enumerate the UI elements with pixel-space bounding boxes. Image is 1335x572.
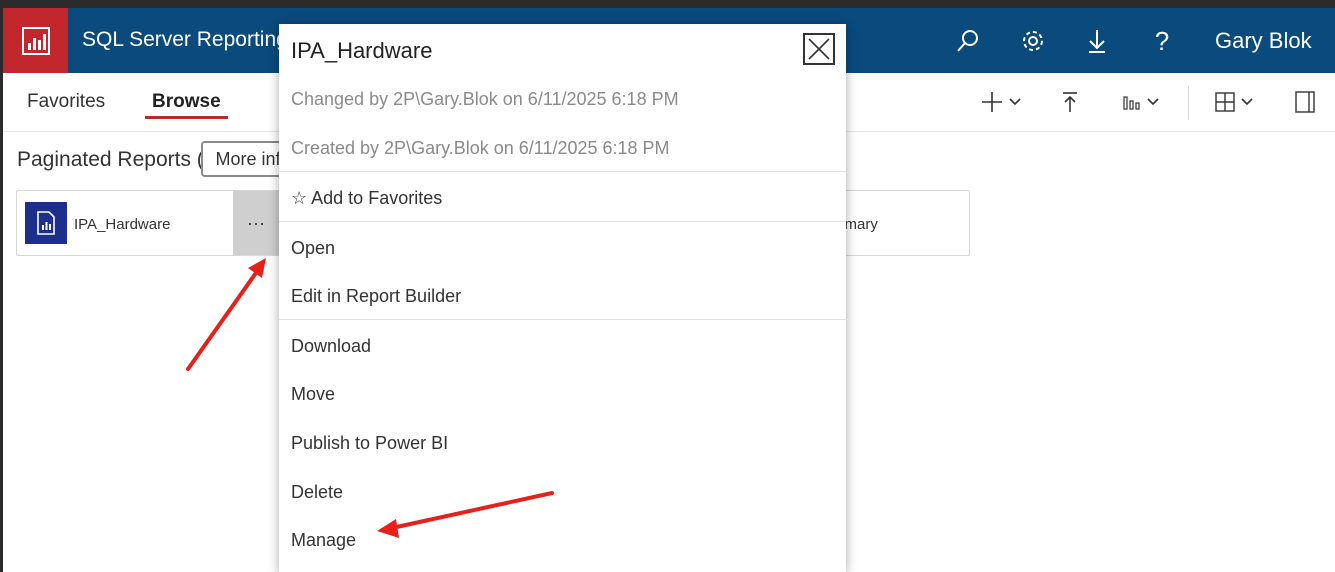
popup-title: IPA_Hardware <box>291 38 433 63</box>
chevron-down-icon <box>1147 98 1159 106</box>
new-icon <box>982 92 1002 112</box>
menu-download[interactable]: Download <box>291 336 371 357</box>
created-by-text: Created by 2P\Gary.Blok on 6/11/2025 6:1… <box>291 138 670 158</box>
tile-label: IPA_Hardware <box>74 216 171 233</box>
star-icon: ☆ <box>291 188 308 208</box>
menu-delete[interactable]: Delete <box>291 482 343 503</box>
view-options-button[interactable] <box>1123 89 1159 115</box>
menu-edit-in-report-builder[interactable]: Edit in Report Builder <box>291 286 461 307</box>
browser-window: SQL Server Reporting ? Gary Blok Favorit… <box>3 8 1335 572</box>
details-pane-icon <box>1295 91 1315 113</box>
toolbar-divider <box>1188 86 1189 120</box>
chevron-down-icon <box>1009 98 1021 106</box>
close-button[interactable] <box>803 33 835 65</box>
user-name[interactable]: Gary Blok <box>1215 28 1312 54</box>
search-icon[interactable] <box>953 26 983 56</box>
gear-icon[interactable] <box>1018 26 1048 56</box>
ssrs-logo[interactable] <box>3 8 68 73</box>
upload-icon <box>1063 92 1077 112</box>
paginated-report-icon <box>25 202 67 244</box>
divider <box>279 319 846 320</box>
divider <box>279 221 846 222</box>
new-button[interactable] <box>981 89 1021 115</box>
menu-move[interactable]: Move <box>291 384 335 405</box>
item-details-popup: IPA_Hardware Changed by 2P\Gary.Blok on … <box>279 24 846 572</box>
tab-browse[interactable]: Browse <box>152 91 221 113</box>
download-icon[interactable] <box>1082 26 1112 56</box>
tile-view-button[interactable] <box>1215 89 1253 115</box>
menu-add-to-favorites[interactable]: ☆ Add to Favorites <box>291 188 442 209</box>
close-icon <box>808 38 830 60</box>
chevron-down-icon <box>1241 98 1253 106</box>
menu-open[interactable]: Open <box>291 238 335 259</box>
report-logo-icon <box>21 26 50 55</box>
menu-manage[interactable]: Manage <box>291 530 356 551</box>
view-options-icon <box>1123 96 1140 110</box>
active-tab-indicator <box>145 116 228 119</box>
changed-by-text: Changed by 2P\Gary.Blok on 6/11/2025 6:1… <box>291 89 679 109</box>
divider <box>279 171 846 172</box>
section-title: Paginated Reports ( <box>17 148 204 171</box>
tile-view-icon <box>1215 92 1235 112</box>
menu-label: Add to Favorites <box>311 188 443 208</box>
details-pane-button[interactable] <box>1295 89 1315 115</box>
app-title[interactable]: SQL Server Reporting <box>82 28 288 52</box>
help-icon[interactable]: ? <box>1147 26 1177 56</box>
upload-button[interactable] <box>1061 89 1079 115</box>
report-tile-ipa-hardware[interactable]: IPA_Hardware ··· <box>16 190 280 256</box>
more-info-button[interactable]: ··· <box>233 191 279 255</box>
tab-favorites[interactable]: Favorites <box>27 91 105 113</box>
menu-publish-to-power-bi[interactable]: Publish to Power BI <box>291 433 448 454</box>
